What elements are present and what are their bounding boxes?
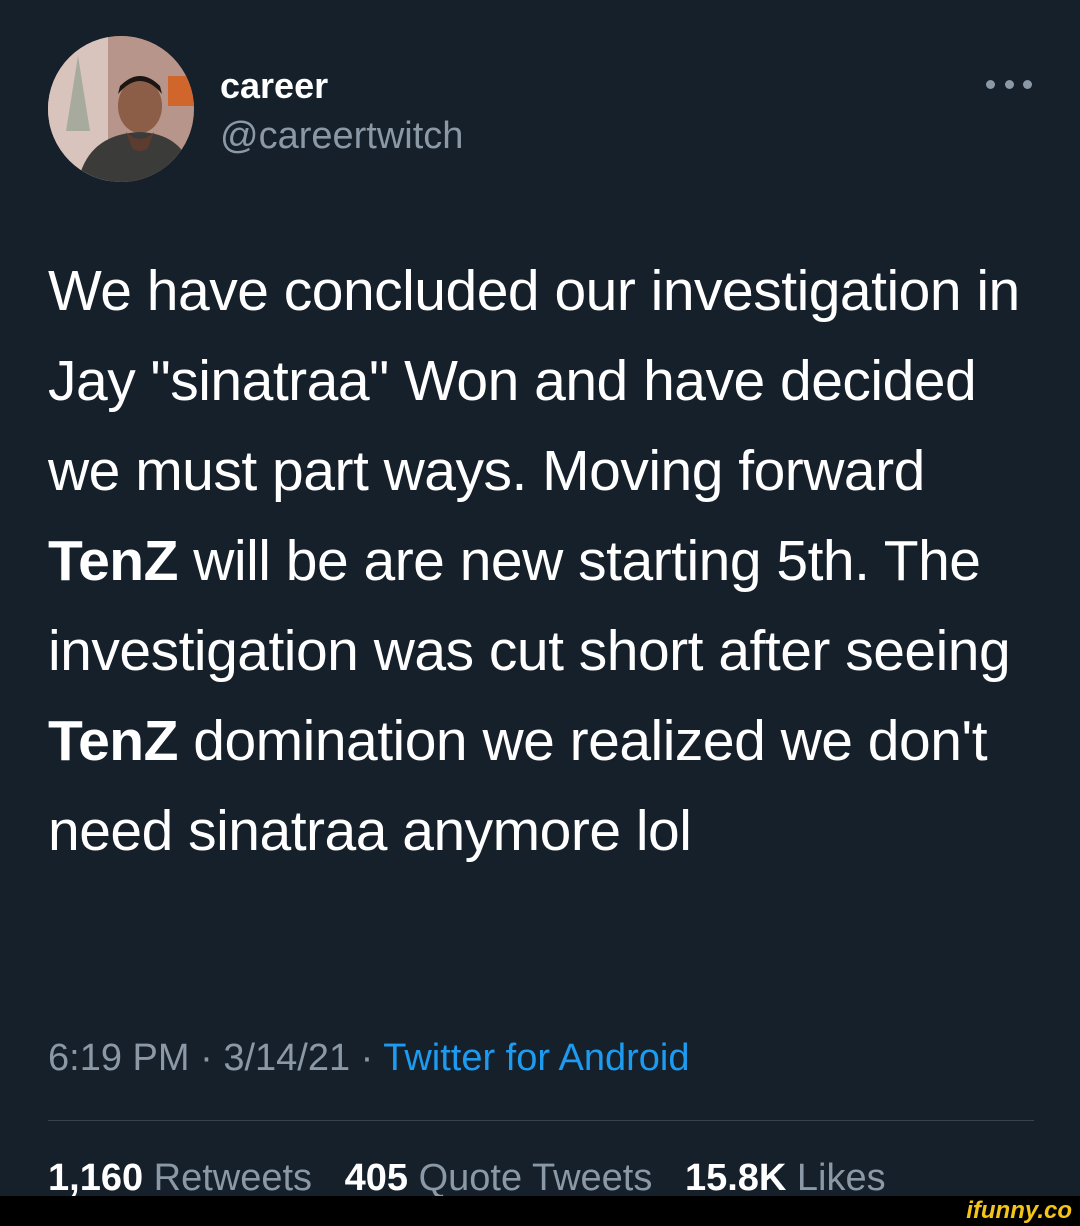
tweet-text-segment: domination we realized we don't need sin… [48,709,988,863]
tweet-card: career @careertwitch We have concluded o… [0,0,1080,1226]
tweet-time[interactable]: 6:19 PM [48,1037,190,1079]
watermark-bar: ifunny.co [0,1196,1080,1226]
user-handle[interactable]: @careertwitch [220,112,463,160]
more-dot [1023,79,1032,89]
tweet-source-link[interactable]: Twitter for Android [383,1037,689,1079]
meta-separator: · [200,1037,213,1079]
tweet-meta: 6:19 PM · 3/14/21 · Twitter for Android [48,1030,689,1086]
likes-count: 15.8K [684,1157,787,1199]
tweet-text-bold-segment: TenZ [48,709,178,773]
tweet-text-bold-segment: TenZ [48,529,178,593]
divider [48,1120,1034,1121]
more-horizontal-icon[interactable] [986,72,1032,96]
profile-photo-icon [48,36,194,182]
meta-separator: · [360,1037,374,1079]
tweet-header: career @careertwitch [48,36,1032,186]
tweet-text: We have concluded our investigation in J… [48,246,1048,876]
quote-tweets-label: Quote Tweets [418,1157,653,1199]
retweets-label: Retweets [153,1157,313,1199]
more-dot [1004,79,1014,89]
author-names: career @careertwitch [220,64,463,160]
likes-stat[interactable]: 15.8K Likes [685,1157,886,1199]
avatar[interactable] [48,36,194,182]
display-name[interactable]: career [220,64,463,108]
likes-label: Likes [796,1157,886,1199]
tweet-text-segment: will be are new starting 5th. The invest… [48,529,1011,683]
retweets-stat[interactable]: 1,160 Retweets [48,1157,312,1199]
quote-tweets-count: 405 [344,1157,409,1199]
ifunny-watermark: ifunny.co [966,1197,1072,1224]
tweet-date[interactable]: 3/14/21 [223,1037,350,1079]
more-dot [986,79,995,89]
retweets-count: 1,160 [48,1157,144,1199]
tweet-text-segment: We have concluded our investigation in J… [48,259,1020,503]
quote-tweets-stat[interactable]: 405 Quote Tweets [345,1157,653,1199]
